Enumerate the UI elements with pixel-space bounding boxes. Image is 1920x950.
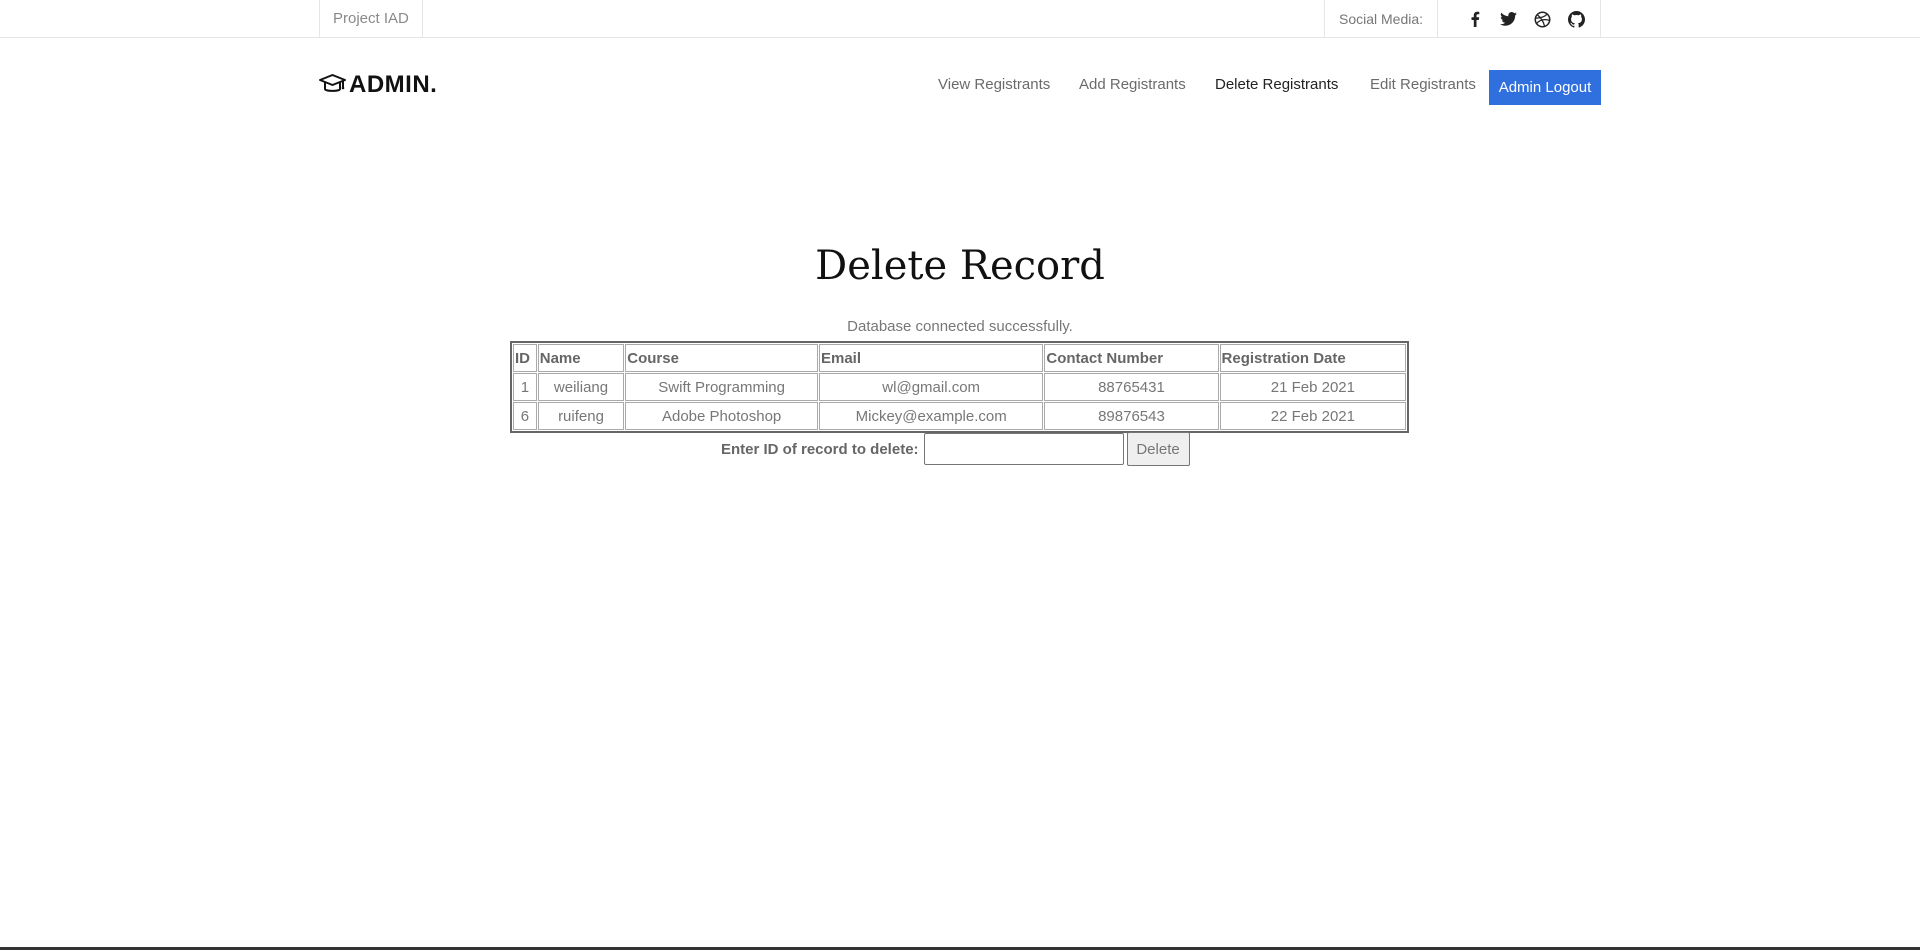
cell-id: 1 [513,373,537,401]
nav-add-registrants[interactable]: Add Registrants [1079,76,1186,93]
cell-name: ruifeng [537,402,625,430]
divider [1437,0,1438,38]
header-registration-date: Registration Date [1219,344,1406,372]
cell-email: Mickey@example.com [819,402,1044,430]
table-row: 6 ruifeng Adobe Photoshop Mickey@example… [513,402,1406,430]
facebook-icon[interactable] [1466,10,1484,28]
records-table: ID Name Course Email Contact Number Regi… [510,341,1409,433]
project-label[interactable]: Project IAD [319,0,423,38]
cell-course: Swift Programming [625,373,818,401]
logo-text: ADMIN. [349,71,438,98]
nav-delete-registrants[interactable]: Delete Registrants [1215,76,1338,93]
github-icon[interactable] [1567,10,1585,28]
delete-record-form: Enter ID of record to delete: Delete [721,432,1190,466]
cell-course: Adobe Photoshop [625,402,818,430]
cell-email: wl@gmail.com [819,373,1044,401]
admin-logout-button[interactable]: Admin Logout [1489,70,1601,105]
dribbble-icon[interactable] [1533,10,1551,28]
page-title: Delete Record [815,243,1105,289]
header-email: Email [819,344,1044,372]
top-bar: Project IAD Social Media: [0,0,1920,38]
nav-view-registrants[interactable]: View Registrants [938,76,1050,93]
cell-registration-date: 21 Feb 2021 [1219,373,1406,401]
delete-button[interactable]: Delete [1126,432,1190,466]
nav-edit-registrants[interactable]: Edit Registrants [1370,76,1476,93]
status-message: Database connected successfully. [847,318,1073,335]
admin-logo[interactable]: ADMIN. [318,71,437,99]
table-row: 1 weiliang Swift Programming wl@gmail.co… [513,373,1406,401]
social-media-label: Social Media: [1339,11,1424,27]
cell-id: 6 [513,402,537,430]
header-contact-number: Contact Number [1044,344,1219,372]
delete-id-input[interactable] [923,433,1124,465]
twitter-icon[interactable] [1499,10,1517,28]
cell-name: weiliang [537,373,625,401]
table-header-row: ID Name Course Email Contact Number Regi… [513,344,1406,372]
social-media-box: Social Media: [1324,0,1601,38]
header-id: ID [513,344,537,372]
header-course: Course [625,344,818,372]
graduation-cap-icon [319,74,346,92]
cell-contact-number: 89876543 [1044,402,1219,430]
header-name: Name [537,344,625,372]
cell-contact-number: 88765431 [1044,373,1219,401]
delete-id-label: Enter ID of record to delete: [721,440,919,458]
cell-registration-date: 22 Feb 2021 [1219,402,1406,430]
